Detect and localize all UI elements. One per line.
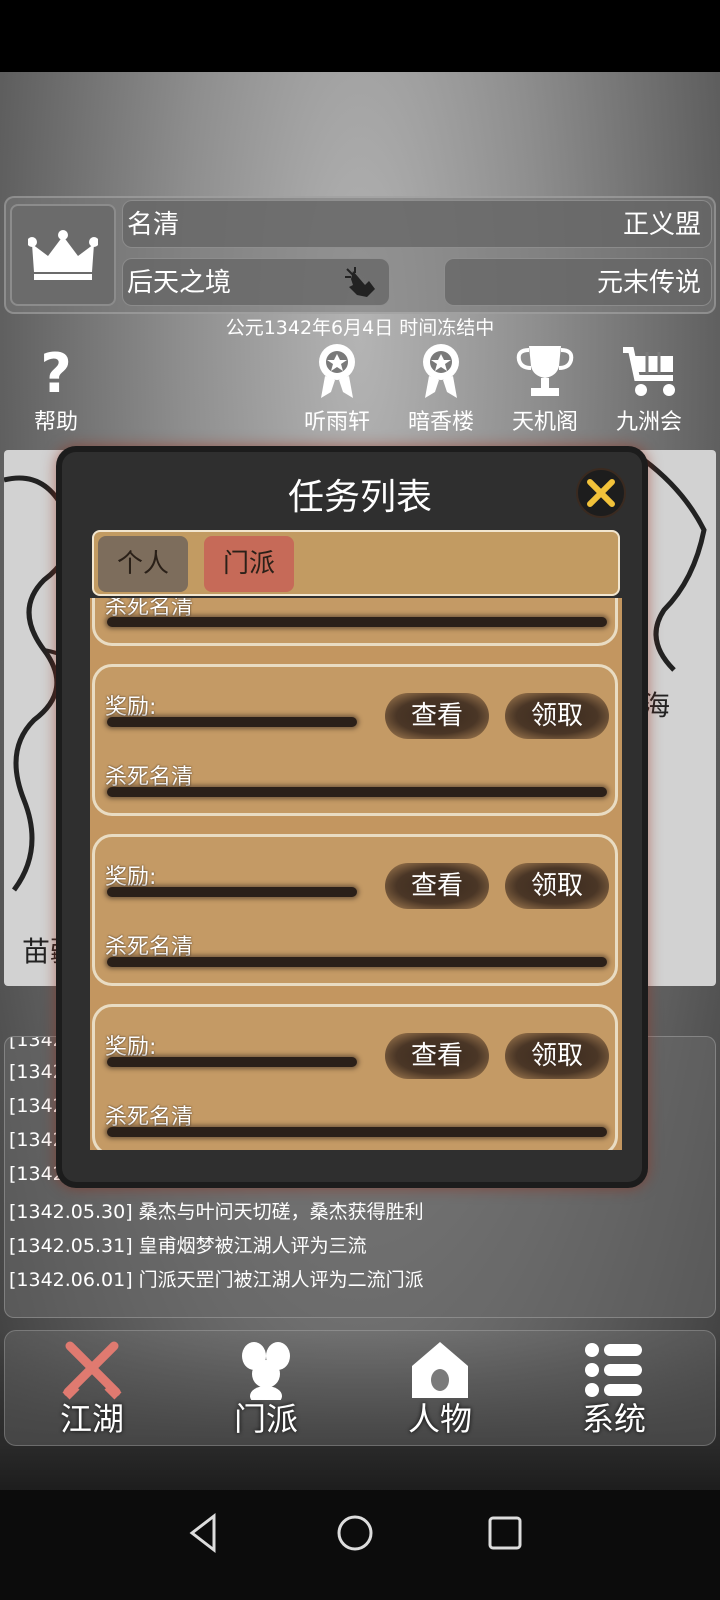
era-pill: 元末传说: [444, 258, 712, 306]
ink-divider: [107, 1127, 607, 1137]
player-realm: 后天之境: [127, 268, 232, 298]
nav-xitong[interactable]: 系统: [554, 1336, 674, 1446]
trophy-icon: [516, 346, 574, 396]
player-faction: 正义盟: [622, 210, 701, 240]
log-line: [1342: [9, 1095, 65, 1117]
tingyuxuan-button[interactable]: 听雨轩: [287, 342, 387, 442]
ink-divider: [107, 957, 607, 967]
question-icon: ?: [40, 342, 71, 400]
menu-list-icon: [585, 1343, 642, 1397]
claim-button[interactable]: 领取: [505, 1033, 609, 1079]
task-card: 奖励: 查看 领取 杀死名清: [92, 664, 618, 816]
claim-button[interactable]: 领取: [505, 693, 609, 739]
back-triangle-icon: [189, 1512, 216, 1554]
tap-hand-icon: [345, 267, 375, 297]
tab-sect[interactable]: 门派: [204, 536, 294, 592]
view-button[interactable]: 查看: [385, 1033, 489, 1079]
nav-xitong-label: 系统: [581, 1400, 646, 1438]
nav-renwu-label: 人物: [407, 1400, 472, 1438]
help-button[interactable]: ? 帮助: [6, 342, 106, 442]
jiuzhouhui-button[interactable]: 九洲会: [599, 342, 699, 442]
log-line: [1342.05.31] 皇甫烟梦被江湖人评为三流: [9, 1235, 367, 1257]
modal-title: 任务列表: [287, 477, 432, 518]
nav-renwu[interactable]: 人物: [380, 1336, 500, 1446]
ink-divider: [107, 717, 357, 727]
log-line: [1342.05.30] 桑杰与叶问天切磋，桑杰获得胜利: [9, 1201, 424, 1223]
help-label: 帮助: [33, 410, 78, 435]
task-card: 奖励: 查看 领取 杀死名清: [92, 834, 618, 986]
view-button[interactable]: 查看: [385, 863, 489, 909]
status-bar: [0, 0, 720, 72]
anxianglou-label: 暗香楼: [407, 410, 474, 435]
ink-divider: [107, 617, 607, 627]
jiuzhouhui-label: 九洲会: [615, 410, 682, 435]
recents-square-icon: [488, 1516, 522, 1550]
log-line: [1342.06.01] 门派天罡门被江湖人评为二流门派: [9, 1269, 424, 1291]
tab-personal[interactable]: 个人: [98, 536, 188, 592]
task-card: 杀死名清: [92, 598, 618, 646]
group-icon: [242, 1342, 290, 1400]
map-label-hai: 海: [642, 689, 671, 722]
home-button[interactable]: [330, 1508, 380, 1558]
nav-menpai[interactable]: 门派: [206, 1336, 326, 1446]
view-button[interactable]: 查看: [385, 693, 489, 739]
tianjige-button[interactable]: 天机阁: [495, 342, 595, 442]
medal-icon: [423, 344, 459, 398]
crossed-swords-icon: [62, 1341, 122, 1400]
close-button[interactable]: [576, 468, 626, 518]
nav-jianghu-label: 江湖: [59, 1400, 124, 1438]
home-circle-icon: [337, 1515, 373, 1551]
ink-divider: [107, 787, 607, 797]
crown-icon: [28, 230, 98, 280]
svg-text:?: ?: [40, 342, 71, 400]
player-name: 名清: [127, 210, 180, 240]
tingyuxuan-label: 听雨轩: [303, 410, 370, 435]
house-icon: [412, 1342, 468, 1398]
cart-icon: [623, 347, 675, 396]
tianjige-label: 天机阁: [511, 410, 578, 435]
medal-icon: [319, 344, 355, 398]
player-era: 元末传说: [596, 268, 701, 298]
back-button[interactable]: [180, 1508, 230, 1558]
realm-pill[interactable]: 后天之境: [122, 258, 390, 306]
nav-menpai-label: 门派: [233, 1400, 298, 1438]
anxianglou-button[interactable]: 暗香楼: [391, 342, 491, 442]
close-icon: [587, 479, 615, 507]
task-list[interactable]: 杀死名清 奖励: 查看 领取 杀死名清 奖励: 查看 领取 杀死名清 奖励: 查…: [90, 598, 622, 1150]
recents-button[interactable]: [480, 1508, 530, 1558]
game-date: 公元1342年6月4日 时间冻结中: [225, 317, 495, 339]
ink-divider: [107, 887, 357, 897]
nav-jianghu[interactable]: 江湖: [32, 1336, 152, 1446]
claim-button[interactable]: 领取: [505, 863, 609, 909]
task-card: 奖励: 查看 领取 杀死名清: [92, 1004, 618, 1150]
player-name-pill: 名清 正义盟: [122, 200, 712, 248]
rank-button[interactable]: [10, 204, 116, 306]
ink-divider: [107, 1057, 357, 1067]
